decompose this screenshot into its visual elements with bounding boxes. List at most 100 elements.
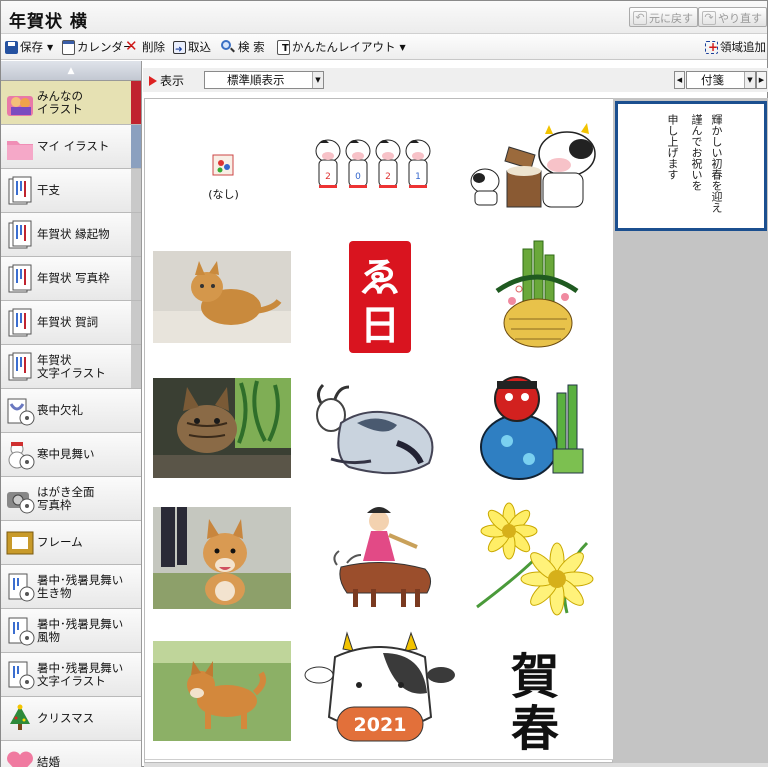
scroll-up-button[interactable]: ▲ [1, 61, 141, 81]
show-label: 表示 [160, 74, 185, 88]
tag-select[interactable]: 付箋 ▼ [686, 71, 756, 89]
layout-icon: T [277, 39, 290, 55]
gashun-calligraphy-cell[interactable]: 賀春 [457, 627, 614, 760]
app-window: 年賀状 横 ↶ 元に戻す ↷ やり直す 保存 ▼ カレンダー ✕ 削除 ➜ 取込… [0, 0, 768, 767]
sidebar-item[interactable]: 暑中･残暑見舞い 文字イラスト [1, 653, 141, 697]
goddess-ox-illustration [333, 507, 431, 607]
sidebar-item-label: マイ イラスト [37, 139, 110, 153]
sidebar-item[interactable]: 暑中･残暑見舞い 風物 [1, 609, 141, 653]
redo-label: やり直す [718, 12, 762, 25]
import-icon: ➜ [173, 40, 186, 54]
card-disc-icon [5, 660, 35, 690]
sidebar-item[interactable]: 年賀状 縁起物 [1, 213, 141, 257]
category-sidebar: ▲ みんなの イラストマイ イラスト干支 年賀状 縁起物 年賀状 写真枠年賀状 賀詞… [1, 61, 142, 767]
sidebar-item-label: 年賀状 賀詞 [37, 315, 99, 329]
undo-icon: ↶ [633, 11, 647, 25]
sort-select-value: 標準順表示 [227, 73, 285, 87]
gashun-calligraphy-illustration: 賀春 [511, 649, 559, 757]
svg-text:2: 2 [325, 172, 331, 182]
sidebar-item-label: はがき全面 写真枠 [37, 484, 95, 512]
horizontal-scrollbar[interactable] [144, 763, 768, 767]
easy-layout-label: かんたんレイアウト [292, 40, 396, 54]
ebisu-stamp-illustration: ゑ日 [349, 241, 411, 353]
sidebar-item-label: 暑中･残暑見舞い 文字イラスト [37, 660, 124, 688]
cow-mochi-illustration [470, 123, 596, 208]
ebisu-stamp-cell[interactable]: ゑ日 [301, 231, 458, 364]
sidebar-item-label: 年賀状 文字イラスト [37, 352, 106, 380]
sidebar-item[interactable]: クリスマス [1, 697, 141, 741]
cows-2021-illustration: 2021 [315, 139, 431, 188]
card-text-line-2: 謹んでお祝いを [690, 114, 703, 191]
sidebar-item[interactable]: 年賀状 写真枠 [1, 257, 141, 301]
sidebar-item[interactable]: 年賀状 賀詞 [1, 301, 141, 345]
cat-photo-cell[interactable] [145, 231, 302, 364]
shiba-puppy-photo-cell[interactable] [145, 495, 302, 628]
next-tag-button[interactable]: ▶ [756, 71, 767, 89]
goddess-ox-cell[interactable] [301, 495, 458, 628]
pink-folder-icon [5, 132, 35, 162]
none-illustration [212, 154, 234, 176]
svg-text:賀: 賀 [511, 649, 559, 705]
sidebar-item[interactable]: 寒中見舞い [1, 433, 141, 477]
sort-select[interactable]: 標準順表示 ▼ [204, 71, 324, 89]
undo-button[interactable]: ↶ 元に戻す [629, 7, 698, 27]
cows-2021-cell[interactable]: 2021 [301, 99, 458, 232]
add-area-button[interactable]: + 領域追加 [705, 38, 766, 56]
show-label-group: 表示 [149, 72, 184, 89]
chevron-down-icon: ▼ [744, 72, 755, 88]
ink-cow-illustration [316, 383, 434, 475]
sidebar-item-marker [131, 81, 141, 124]
card-stack-icon [5, 264, 35, 294]
sidebar-item[interactable]: フレーム [1, 521, 141, 565]
arrow-right-icon [149, 75, 157, 86]
chevron-down-icon: ▼ [399, 42, 406, 52]
save-button[interactable]: 保存 ▼ [5, 38, 53, 56]
adonis-flower-cell[interactable] [457, 495, 614, 628]
easy-layout-button[interactable]: T かんたんレイアウト ▼ [277, 38, 406, 56]
sidebar-item[interactable]: みんなの イラスト [1, 81, 141, 125]
import-label: 取込 [188, 40, 211, 54]
sidebar-item-marker [131, 345, 141, 388]
card-stack-icon [5, 352, 35, 382]
import-button[interactable]: ➜ 取込 [173, 38, 211, 56]
delete-button[interactable]: ✕ 削除 [125, 38, 165, 56]
sidebar-item[interactable]: 暑中･残暑見舞い 生き物 [1, 565, 141, 609]
ink-cow-cell[interactable] [301, 363, 458, 496]
kitten-photo-cell[interactable] [145, 363, 302, 496]
sidebar-item[interactable]: 喪中欠礼 [1, 389, 141, 433]
sidebar-item[interactable]: 干支 [1, 169, 141, 213]
search-button[interactable]: 検 索 [220, 38, 265, 56]
redo-button[interactable]: ↷ やり直す [698, 7, 767, 27]
kadomatsu-cell[interactable] [457, 231, 614, 364]
sidebar-item-label: 寒中見舞い [37, 447, 95, 461]
calendar-button[interactable]: カレンダー [62, 38, 135, 56]
sidebar-item-marker [131, 125, 141, 168]
sidebar-item-label: クリスマス [37, 711, 95, 725]
kadomatsu-illustration [495, 240, 579, 348]
title-bar: 年賀状 横 ↶ 元に戻す ↷ やり直す [1, 1, 767, 34]
add-area-icon: + [705, 40, 718, 54]
shishimai-cell[interactable] [457, 363, 614, 496]
cow-2021-cell[interactable]: 2021 [301, 627, 458, 760]
sidebar-item-marker [131, 169, 141, 212]
sidebar-item-label: フレーム [37, 535, 83, 549]
sidebar-item[interactable]: マイ イラスト [1, 125, 141, 169]
sidebar-item-marker [131, 213, 141, 256]
kitten-photo-illustration [153, 378, 291, 478]
sidebar-item[interactable]: 年賀状 文字イラスト [1, 345, 141, 389]
sidebar-item-label: みんなの イラスト [37, 88, 83, 116]
selected-card[interactable]: 輝かしい初春を迎え 謹んでお祝いを 申し上げます [615, 101, 767, 231]
shiba-dog-photo-illustration [153, 641, 291, 741]
prev-tag-button[interactable]: ◀ [674, 71, 685, 89]
shiba-dog-photo-cell[interactable] [145, 627, 302, 760]
redo-icon: ↷ [702, 11, 716, 25]
card-stack-icon [5, 308, 35, 338]
chevron-down-icon: ▼ [47, 42, 54, 52]
category-list: みんなの イラストマイ イラスト干支 年賀状 縁起物 年賀状 写真枠年賀状 賀詞年賀… [1, 81, 141, 767]
mourning-disc-icon [5, 396, 35, 426]
none-cell[interactable]: (なし) [145, 99, 302, 232]
sidebar-item[interactable]: 結婚 [1, 741, 141, 767]
svg-text:0: 0 [355, 172, 361, 182]
sidebar-item[interactable]: はがき全面 写真枠 [1, 477, 141, 521]
cow-mochi-cell[interactable] [457, 99, 614, 232]
